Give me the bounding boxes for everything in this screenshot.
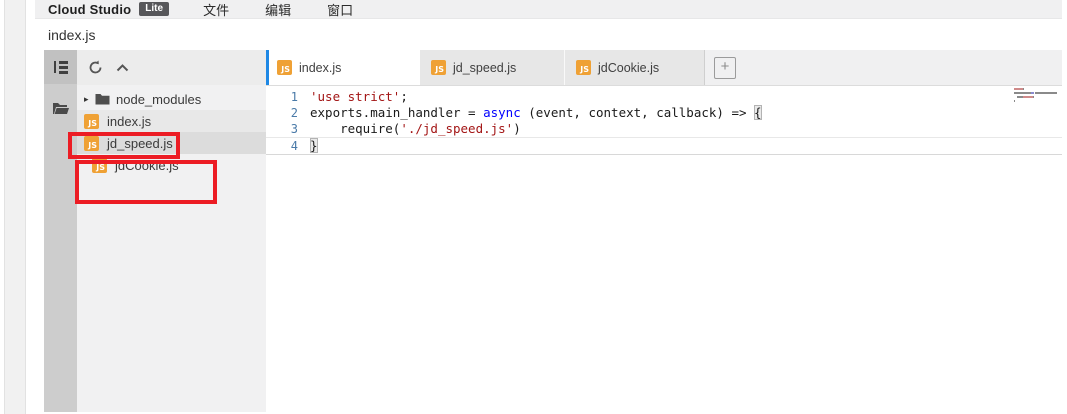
editor-area: JS index.js JS jd_speed.js JS jdCookie.js + 1'… <box>266 50 1062 412</box>
app-brand: Cloud Studio <box>48 2 131 17</box>
tab-label: index.js <box>299 61 341 75</box>
workbench-body: ▸node_modulesJSindex.jsJSjd_speed.jsJSjd… <box>35 50 1062 412</box>
minimap-line <box>1014 96 1060 98</box>
line-number: 2 <box>266 105 310 121</box>
code-text: exports.main_handler = async (event, con… <box>310 105 762 121</box>
line-number: 1 <box>266 89 310 105</box>
js-file-icon: JS <box>431 60 446 75</box>
tree-item-node-modules[interactable]: ▸ node_modules <box>77 88 266 110</box>
breadcrumb-filename: index.js <box>48 27 95 43</box>
js-file-icon: JS <box>92 158 107 173</box>
outline-tree-button[interactable] <box>44 50 77 84</box>
tab-jd-speed-js[interactable]: JS jd_speed.js <box>420 50 565 85</box>
tab-jdcookie-js[interactable]: JS jdCookie.js <box>565 50 705 85</box>
lite-badge: Lite <box>139 2 169 16</box>
open-folder-icon <box>52 102 70 115</box>
folder-icon <box>95 93 110 105</box>
code-text: } <box>310 138 318 154</box>
code-lines: 1'use strict';2exports.main_handler = as… <box>266 89 1062 155</box>
menu-bar: 文件编辑窗口 <box>185 0 371 19</box>
refresh-icon[interactable] <box>88 60 103 75</box>
breadcrumb: index.js <box>35 19 1062 50</box>
menu-item-0[interactable]: 文件 <box>185 0 247 19</box>
code-line-3[interactable]: 3 require('./jd_speed.js') <box>266 121 1062 137</box>
menu-item-2[interactable]: 窗口 <box>309 0 371 19</box>
line-number: 4 <box>266 138 310 154</box>
minimap-line <box>1014 100 1060 102</box>
tab-label: jdCookie.js <box>598 61 659 75</box>
outline-tree-icon <box>52 60 69 74</box>
file-label: jd_speed.js <box>107 136 173 151</box>
tab-bar: JS index.js JS jd_speed.js JS jdCookie.js + <box>266 50 1062 86</box>
code-line-2[interactable]: 2exports.main_handler = async (event, co… <box>266 105 1062 121</box>
expand-arrow-icon[interactable]: ▸ <box>84 94 95 105</box>
code-text: 'use strict'; <box>310 89 408 105</box>
tree-item-index-js[interactable]: JS index.js <box>77 110 266 132</box>
left-gap <box>35 50 44 412</box>
minimap[interactable] <box>1014 88 1060 104</box>
file-explorer-panel: ▸node_modulesJSindex.jsJSjd_speed.jsJSjd… <box>77 50 266 412</box>
code-line-1[interactable]: 1'use strict'; <box>266 89 1062 105</box>
new-tab-button[interactable]: + <box>714 57 736 79</box>
screenshot-stage: Cloud Studio Lite 文件编辑窗口 index.js <box>0 0 1067 414</box>
left-edge-strip <box>4 0 26 414</box>
code-editor[interactable]: 1'use strict';2exports.main_handler = as… <box>266 86 1062 412</box>
file-label: jdCookie.js <box>115 158 179 173</box>
minimap-line <box>1014 92 1060 94</box>
minimap-line <box>1014 88 1060 90</box>
js-file-icon: JS <box>576 60 591 75</box>
file-label: index.js <box>107 114 151 129</box>
cloud-studio-window: Cloud Studio Lite 文件编辑窗口 index.js <box>35 0 1062 412</box>
tab-index-js[interactable]: JS index.js <box>266 50 420 85</box>
explorer-toolbar <box>77 50 266 85</box>
tab-label: jd_speed.js <box>453 61 516 75</box>
line-number: 3 <box>266 121 310 137</box>
open-folder-button[interactable] <box>44 91 77 125</box>
code-line-4[interactable]: 4} <box>266 137 1062 155</box>
js-file-icon: JS <box>84 114 99 129</box>
chevron-up-icon[interactable] <box>116 64 129 72</box>
code-text: require('./jd_speed.js') <box>310 121 521 137</box>
file-tree: ▸node_modulesJSindex.jsJSjd_speed.jsJSjd… <box>77 85 266 176</box>
tree-item-jdcookie-js[interactable]: JS jdCookie.js <box>77 154 266 176</box>
title-menu-bar: Cloud Studio Lite 文件编辑窗口 <box>35 0 1062 19</box>
file-label: node_modules <box>116 92 201 107</box>
js-file-icon: JS <box>277 60 292 75</box>
js-file-icon: JS <box>84 136 99 151</box>
activity-bar <box>44 50 77 412</box>
tree-item-jd-speed-js[interactable]: JS jd_speed.js <box>77 132 266 154</box>
menu-item-1[interactable]: 编辑 <box>247 0 309 19</box>
